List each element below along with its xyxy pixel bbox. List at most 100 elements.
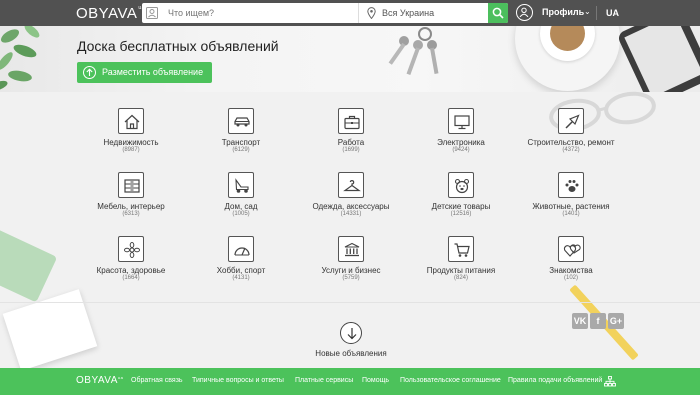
footer-logo-suffix: ua <box>117 375 124 380</box>
dresser-icon <box>118 172 144 198</box>
category-beauty[interactable]: Красота, здоровье (1664) <box>76 236 186 296</box>
profile-label: Профиль <box>542 7 585 17</box>
category-label: Мебель, интерьер <box>97 202 165 211</box>
footer-link-paid-services[interactable]: Платные сервисы <box>295 377 353 384</box>
category-count: (8987) <box>122 147 140 153</box>
category-kids[interactable]: Детские товары (12516) <box>406 172 516 232</box>
category-home-garden[interactable]: Дом, сад (1005) <box>186 172 296 232</box>
category-label: Электроника <box>437 138 485 147</box>
category-construction[interactable]: Строительство, ремонт (4372) <box>516 108 626 168</box>
category-label: Работа <box>337 138 365 147</box>
paw-icon <box>558 172 584 198</box>
site-logo[interactable]: OBYAVAua <box>76 5 145 22</box>
user-search-icon <box>146 7 158 19</box>
google-plus-icon[interactable]: G+ <box>608 313 624 329</box>
footer-logo-text: OBYAVA <box>76 375 118 386</box>
user-icon <box>519 7 529 17</box>
category-count: (102) <box>563 275 578 281</box>
keys-decoration <box>388 27 439 75</box>
trowel-icon <box>558 108 584 134</box>
category-furniture[interactable]: Мебель, интерьер (6313) <box>76 172 186 232</box>
search-icon <box>492 7 504 19</box>
post-ad-button[interactable]: Разместить объявление <box>77 62 212 83</box>
bank-icon <box>338 236 364 262</box>
category-electronics[interactable]: Электроника (9424) <box>406 108 516 168</box>
footer: OBYAVAua Обратная связь Типичные вопросы… <box>0 368 700 395</box>
flower-icon <box>118 236 144 262</box>
category-count: (1005) <box>232 211 250 217</box>
footer-link-feedback[interactable]: Обратная связь <box>131 377 183 384</box>
region-selector[interactable]: Вся Украина <box>358 3 488 23</box>
category-dating[interactable]: Знакомства (102) <box>516 236 626 296</box>
category-real-estate[interactable]: Недвижимость (8987) <box>76 108 186 168</box>
language-switch[interactable]: UA <box>606 8 619 18</box>
avatar <box>516 4 533 21</box>
arrow-up-icon <box>83 66 96 79</box>
category-count: (1664) <box>122 275 140 281</box>
category-hobby[interactable]: Хобби, спорт (4131) <box>186 236 296 296</box>
category-label: Транспорт <box>221 138 261 147</box>
post-ad-label: Разместить объявление <box>102 67 204 77</box>
category-label: Дом, сад <box>224 202 258 211</box>
sitemap-icon[interactable] <box>604 376 616 387</box>
footer-link-ad-rules[interactable]: Правила подачи объявлений <box>508 377 602 384</box>
category-label: Животные, растения <box>532 202 610 211</box>
monitor-icon <box>448 108 474 134</box>
category-count: (12516) <box>450 211 472 217</box>
category-label: Красота, здоровье <box>96 266 166 275</box>
category-label: Одежда, аксессуары <box>312 202 390 211</box>
new-ads-button[interactable] <box>340 322 362 344</box>
category-count: (6129) <box>232 147 250 153</box>
category-count: (1699) <box>342 147 360 153</box>
arrow-down-icon <box>347 328 357 340</box>
cart-icon <box>448 236 474 262</box>
category-animals[interactable]: Животные, растения (1401) <box>516 172 626 232</box>
category-transport[interactable]: Транспорт (6129) <box>186 108 296 168</box>
location-pin-icon <box>367 7 376 19</box>
footer-link-help[interactable]: Помощь <box>362 377 389 384</box>
category-count: (6313) <box>122 211 140 217</box>
hearts-icon <box>558 236 584 262</box>
category-jobs[interactable]: Работа (1699) <box>296 108 406 168</box>
category-services[interactable]: Услуги и бизнес (5759) <box>296 236 406 296</box>
category-label: Строительство, ремонт <box>527 138 615 147</box>
category-label: Недвижимость <box>103 138 159 147</box>
car-icon <box>228 108 254 134</box>
category-label: Хобби, спорт <box>216 266 266 275</box>
footer-logo[interactable]: OBYAVAua <box>76 375 123 386</box>
house-icon <box>118 108 144 134</box>
lawnmower-icon <box>228 172 254 198</box>
category-count: (9424) <box>452 147 470 153</box>
header-divider <box>596 6 597 20</box>
category-count: (1401) <box>562 211 580 217</box>
hanger-icon <box>338 172 364 198</box>
category-count: (4372) <box>562 147 580 153</box>
category-label: Знакомства <box>549 266 593 275</box>
teddy-bear-icon <box>448 172 474 198</box>
footer-link-faq[interactable]: Типичные вопросы и ответы <box>192 377 284 384</box>
card-decoration <box>0 227 58 303</box>
section-divider <box>0 302 700 303</box>
category-label: Детские товары <box>431 202 491 211</box>
category-count: (5759) <box>342 275 360 281</box>
chevron-down-icon: ⌄ <box>584 7 591 16</box>
gauge-icon <box>228 236 254 262</box>
facebook-icon[interactable]: f <box>590 313 606 329</box>
category-label: Услуги и бизнес <box>321 266 381 275</box>
category-food[interactable]: Продукты питания (824) <box>406 236 516 296</box>
phone-decoration <box>616 26 700 92</box>
plant-decoration <box>0 26 40 92</box>
category-count: (14331) <box>340 211 362 217</box>
region-label: Вся Украина <box>382 8 435 18</box>
footer-link-user-agreement[interactable]: Пользовательское соглашение <box>400 377 501 384</box>
search-button[interactable] <box>488 3 508 23</box>
briefcase-icon <box>338 108 364 134</box>
logo-text: OBYAVA <box>76 5 138 22</box>
category-label: Продукты питания <box>426 266 496 275</box>
new-ads-label[interactable]: Новые объявления <box>300 349 402 358</box>
hero-banner: Доска бесплатных объявлений Разместить о… <box>0 26 700 92</box>
coffee-cup-decoration <box>515 26 620 91</box>
category-clothing[interactable]: Одежда, аксессуары (14331) <box>296 172 406 232</box>
page-title: Доска бесплатных объявлений <box>77 38 279 54</box>
vk-icon[interactable]: VK <box>572 313 588 329</box>
